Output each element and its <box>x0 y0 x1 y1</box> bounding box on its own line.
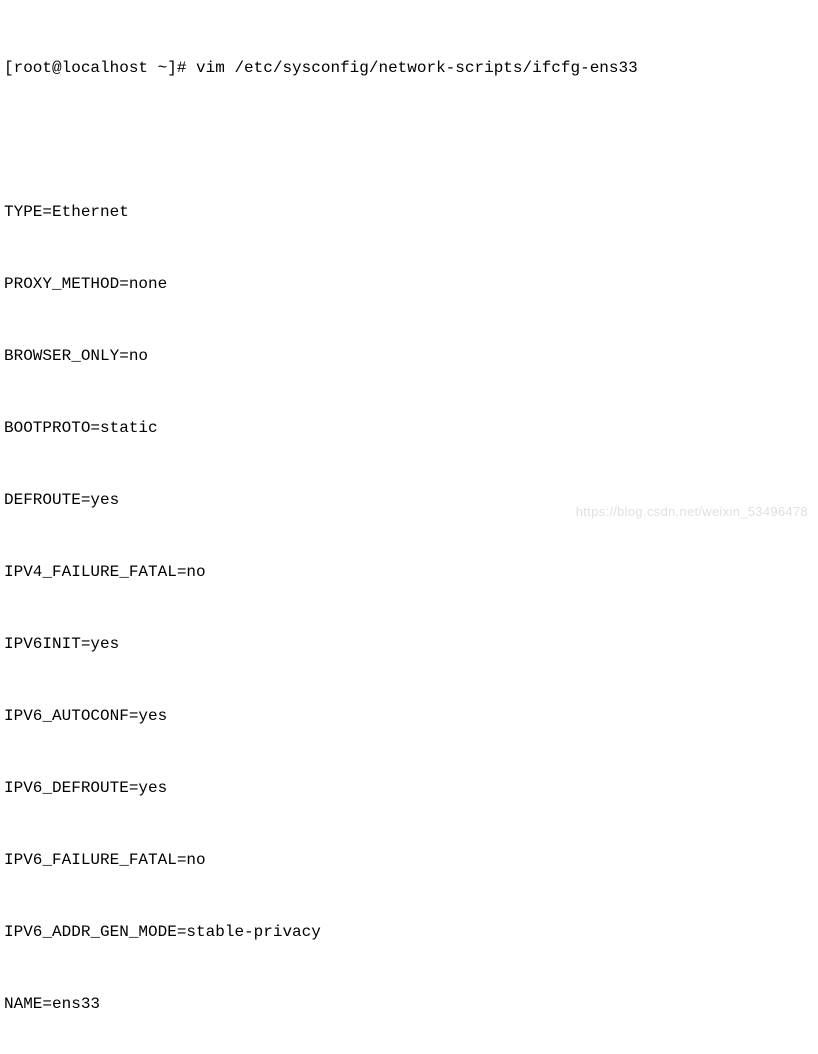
file-contents: TYPE=Ethernet PROXY_METHOD=none BROWSER_… <box>4 152 814 1054</box>
shell-prompt: [root@localhost ~]# <box>4 59 186 77</box>
config-line: PROXY_METHOD=none <box>4 272 814 296</box>
config-line: IPV4_FAILURE_FATAL=no <box>4 560 814 584</box>
config-line: IPV6_FAILURE_FATAL=no <box>4 848 814 872</box>
config-line: IPV6INIT=yes <box>4 632 814 656</box>
config-line: IPV6_AUTOCONF=yes <box>4 704 814 728</box>
watermark-text: https://blog.csdn.net/weixin_53496478 <box>576 502 808 522</box>
shell-command: vim /etc/sysconfig/network-scripts/ifcfg… <box>186 59 637 77</box>
terminal-output[interactable]: [root@localhost ~]# vim /etc/sysconfig/n… <box>4 8 814 1054</box>
config-line: TYPE=Ethernet <box>4 200 814 224</box>
config-line: IPV6_ADDR_GEN_MODE=stable-privacy <box>4 920 814 944</box>
config-line: IPV6_DEFROUTE=yes <box>4 776 814 800</box>
shell-prompt-line: [root@localhost ~]# vim /etc/sysconfig/n… <box>4 56 814 80</box>
config-line: BOOTPROTO=static <box>4 416 814 440</box>
config-line: BROWSER_ONLY=no <box>4 344 814 368</box>
config-line: NAME=ens33 <box>4 992 814 1016</box>
